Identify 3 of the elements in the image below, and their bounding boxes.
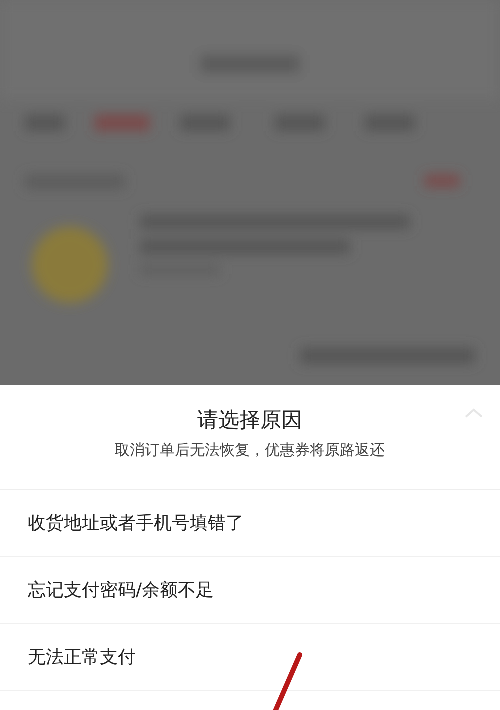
chevron-up-icon[interactable] — [464, 407, 484, 419]
sheet-subtitle: 取消订单后无法恢复，优惠券将原路返还 — [115, 440, 385, 461]
sheet-title: 请选择原因 — [198, 407, 302, 434]
